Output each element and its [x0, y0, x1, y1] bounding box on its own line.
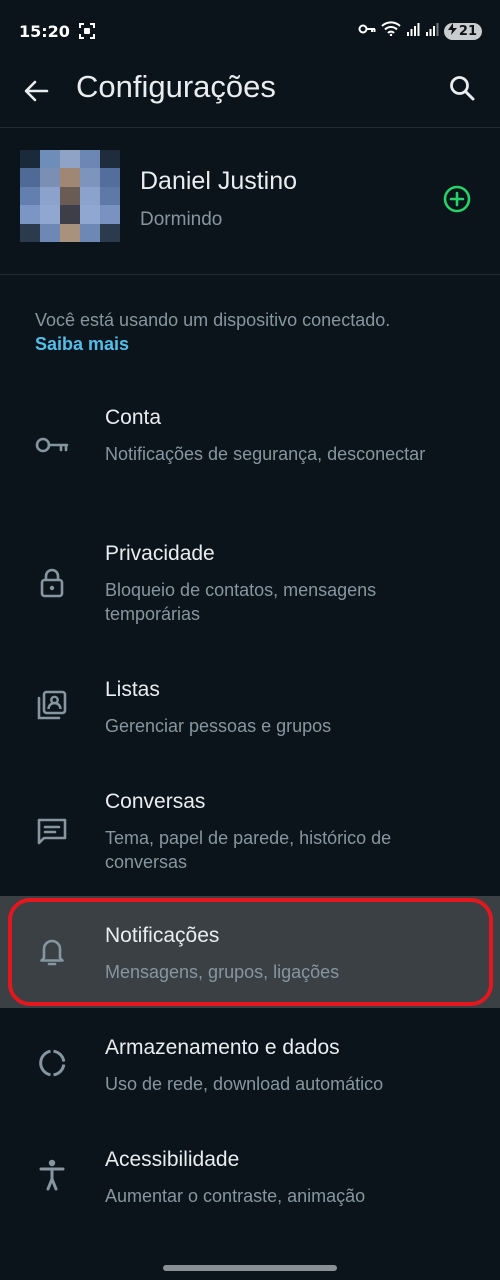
home-indicator[interactable]: [163, 1265, 337, 1271]
status-time: 15:20: [19, 21, 70, 41]
signal-icon-2: [425, 22, 439, 41]
settings-item-acessibilidade[interactable]: Acessibilidade Aumentar o contraste, ani…: [0, 1134, 500, 1234]
screenshot-icon: [78, 23, 95, 39]
settings-item-notificacoes[interactable]: Notificações Mensagens, grupos, ligações: [0, 896, 500, 1008]
settings-item-conta[interactable]: Conta Notificações de segurança, descone…: [0, 390, 500, 514]
page-title: Configurações: [76, 69, 276, 104]
battery-bolt-icon: [447, 23, 457, 39]
notice-text: Você está usando um dispositivo conectad…: [35, 310, 391, 330]
lock-icon: [35, 566, 69, 600]
settings-item-title: Acessibilidade: [105, 1148, 240, 1171]
contact-list-icon: [35, 688, 69, 722]
settings-item-subtitle: Tema, papel de parede, histórico de conv…: [105, 828, 392, 872]
bell-icon: [35, 934, 69, 968]
wifi-icon: [381, 21, 401, 41]
add-circle-icon: [443, 185, 471, 213]
settings-item-armazenamento[interactable]: Armazenamento e dados Uso de rede, downl…: [0, 1022, 500, 1122]
settings-item-subtitle: Aumentar o contraste, animação: [105, 1186, 366, 1206]
profile-divider: [0, 274, 500, 275]
settings-item-subtitle: Mensagens, grupos, ligações: [105, 962, 340, 982]
profile-status: Dormindo: [140, 209, 223, 230]
status-icons: 21: [358, 21, 482, 41]
search-button[interactable]: [446, 72, 478, 104]
settings-item-subtitle: Notificações de segurança, desconectar: [105, 444, 426, 464]
status-bar: 15:20 21: [0, 0, 500, 62]
settings-item-subtitle: Uso de rede, download automático: [105, 1074, 384, 1094]
avatar[interactable]: [20, 150, 120, 242]
settings-item-subtitle: Gerenciar pessoas e grupos: [105, 716, 332, 736]
battery-indicator: 21: [443, 22, 482, 40]
battery-level: 21: [458, 23, 477, 39]
key-icon: [35, 428, 69, 462]
settings-item-title: Privacidade: [105, 542, 215, 565]
settings-item-title: Listas: [105, 678, 160, 701]
app-bar: Configurações: [0, 62, 500, 126]
settings-item-privacidade[interactable]: Privacidade Bloqueio de contatos, mensag…: [0, 526, 500, 650]
settings-item-title: Armazenamento e dados: [105, 1036, 340, 1059]
add-status-button[interactable]: [442, 184, 472, 214]
settings-item-listas[interactable]: Listas Gerenciar pessoas e grupos: [0, 662, 500, 762]
settings-item-title: Conta: [105, 406, 162, 429]
settings-item-title: Notificações: [105, 924, 220, 947]
profile-name: Daniel Justino: [140, 167, 298, 195]
chat-icon: [35, 814, 69, 848]
settings-item-conversas[interactable]: Conversas Tema, papel de parede, históri…: [0, 774, 500, 896]
linked-device-notice: Você está usando um dispositivo conectad…: [35, 308, 480, 356]
vpn-key-icon: [358, 22, 376, 40]
profile-row[interactable]: Daniel Justino Dormindo: [0, 128, 500, 274]
learn-more-link[interactable]: Saiba mais: [35, 332, 129, 356]
arrow-left-icon: [24, 80, 49, 102]
back-button[interactable]: [20, 75, 52, 107]
storage-circle-icon: [35, 1046, 69, 1080]
accessibility-icon: [35, 1158, 69, 1192]
signal-icon: [406, 22, 420, 41]
settings-item-title: Conversas: [105, 790, 206, 813]
search-icon: [450, 76, 475, 101]
settings-item-subtitle: Bloqueio de contatos, mensagens temporár…: [105, 580, 377, 624]
